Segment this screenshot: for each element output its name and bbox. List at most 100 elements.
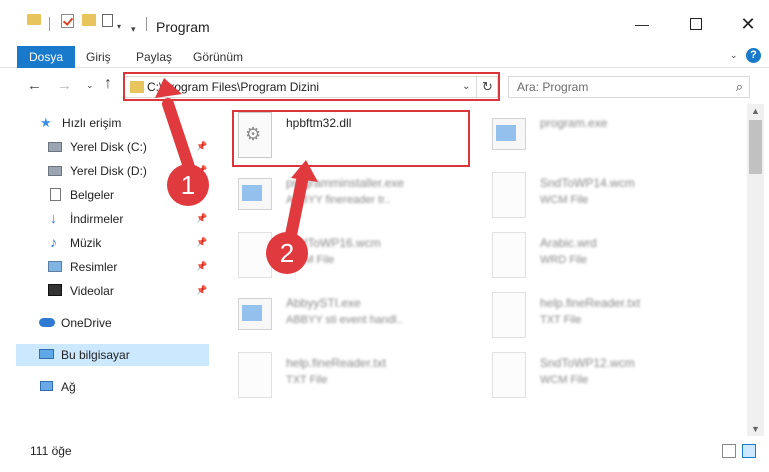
videos-icon [48, 284, 62, 296]
file-type: ABBYY finereader tr.. [286, 194, 391, 206]
scrollbar-thumb[interactable] [749, 120, 762, 174]
forward-arrow-icon[interactable]: → [57, 77, 72, 94]
music-icon: ♪ [50, 234, 57, 250]
tab-share[interactable]: Paylaş [124, 46, 184, 68]
minimize-button[interactable]: — [632, 14, 652, 34]
sidebar-item-quick-access[interactable]: ★ Hızlı erişim [0, 112, 214, 134]
exe-icon [238, 298, 272, 330]
cloud-icon [39, 318, 55, 327]
sidebar-item-local-disk-d[interactable]: Yerel Disk (D:) 📌 [0, 160, 214, 182]
vertical-scrollbar[interactable]: ▲ ▼ [747, 104, 764, 436]
file-item[interactable]: Arabic.wrd WRD File [468, 232, 698, 282]
file-item[interactable]: help.fineReader.txt TXT File [214, 352, 444, 402]
drive-icon [48, 166, 62, 176]
sidebar-item-network[interactable]: Ağ [0, 376, 214, 398]
close-button[interactable]: ✕ [738, 14, 758, 34]
documents-icon [50, 188, 61, 201]
expand-ribbon-icon[interactable]: ⌄ [730, 50, 738, 61]
file-item[interactable]: help.fineReader.txt TXT File [468, 292, 698, 342]
pin-icon[interactable]: 📌 [196, 261, 207, 272]
separator [146, 17, 147, 31]
pictures-icon [48, 261, 62, 272]
sidebar-item-label: Resimler [70, 260, 118, 274]
file-name: SndToWP16.wcm [286, 236, 381, 250]
new-folder-icon[interactable] [82, 14, 96, 26]
maximize-button[interactable] [686, 14, 706, 34]
sidebar-item-label: Ağ [61, 380, 76, 394]
up-arrow-icon[interactable]: ↑ [104, 75, 112, 93]
help-button[interactable]: ? [746, 48, 761, 63]
pin-icon[interactable]: 📌 [196, 189, 207, 200]
file-type: TXT File [540, 314, 582, 326]
tab-home[interactable]: Giriş [74, 46, 123, 68]
sidebar-item-label: Yerel Disk (C:) [70, 140, 147, 154]
chevron-down-icon[interactable]: ▾ [117, 17, 121, 35]
details-view-icon[interactable] [722, 444, 736, 458]
downloads-icon: ↓ [50, 210, 57, 226]
large-icons-view-icon[interactable] [742, 444, 756, 458]
file-name: help.fineReader.txt [286, 356, 387, 370]
scroll-down-icon[interactable]: ▼ [751, 424, 760, 434]
sidebar-item-label: Yerel Disk (D:) [70, 164, 147, 178]
title-bar: ▾ ▾ Program — ✕ [0, 0, 769, 46]
sidebar-item-pictures[interactable]: Resimler 📌 [0, 256, 214, 278]
file-item[interactable]: SndToWP12.wcm WCM File [468, 352, 698, 402]
sidebar-item-label: Videolar [70, 284, 114, 298]
file-type: TXT File [286, 374, 328, 386]
sidebar-item-label: İndirmeler [70, 212, 124, 226]
file-item[interactable]: programminstaller.exe ABBYY finereader t… [214, 172, 444, 222]
pin-icon[interactable]: 📌 [196, 165, 207, 176]
sidebar-item-music[interactable]: ♪ Müzik 📌 [0, 232, 214, 254]
sidebar-item-videos[interactable]: Videolar 📌 [0, 280, 214, 302]
file-name: programminstaller.exe [286, 176, 405, 190]
sidebar-item-local-disk-c[interactable]: Yerel Disk (C:) 📌 [0, 136, 214, 158]
network-icon [40, 381, 53, 391]
pin-icon[interactable]: 📌 [196, 285, 207, 296]
search-input[interactable]: Ara: Program ⌕ [508, 76, 750, 98]
customize-toolbar-icon[interactable]: ▾ [131, 20, 136, 38]
tab-file[interactable]: Dosya [17, 46, 76, 68]
recent-locations-icon[interactable]: ⌄ [86, 80, 94, 91]
window-title: Program [156, 19, 210, 35]
back-arrow-icon[interactable]: ← [27, 77, 42, 94]
sidebar-item-onedrive[interactable]: OneDrive [0, 312, 214, 334]
file-name: AbbyySTI.exe [286, 296, 361, 310]
drive-icon [48, 142, 62, 152]
sidebar-item-label: OneDrive [61, 316, 112, 330]
sidebar-item-downloads[interactable]: ↓ İndirmeler 📌 [0, 208, 214, 230]
properties-icon[interactable] [102, 14, 113, 27]
sidebar-item-label: Hızlı erişim [62, 116, 122, 130]
ribbon-tabs: Dosya Giriş Paylaş Görünüm ⌄ ? [0, 46, 769, 68]
search-icon[interactable]: ⌕ [736, 79, 743, 95]
scroll-up-icon[interactable]: ▲ [751, 106, 760, 116]
folder-icon[interactable] [27, 14, 41, 25]
file-item[interactable]: SndToWP16.wcm WCM File [214, 232, 444, 282]
computer-icon [39, 349, 54, 359]
file-item[interactable]: SndToWP14.wcm WCM File [468, 172, 698, 222]
file-name: help.fineReader.txt [540, 296, 641, 310]
sidebar-item-this-pc[interactable]: Bu bilgisayar [16, 344, 209, 366]
properties-check-icon[interactable] [61, 14, 74, 28]
file-item[interactable]: AbbyySTI.exe ABBYY sti event handl.. [214, 292, 444, 342]
pin-icon[interactable]: 📌 [196, 213, 207, 224]
sidebar-item-label: Belgeler [70, 188, 115, 202]
document-icon [492, 292, 526, 338]
file-type: WRD File [540, 254, 588, 266]
sidebar-item-documents[interactable]: Belgeler 📌 [0, 184, 214, 206]
file-name: program.exe [540, 116, 608, 130]
file-name: Arabic.wrd [540, 236, 597, 250]
pin-icon[interactable]: 📌 [196, 141, 207, 152]
file-name: SndToWP12.wcm [540, 356, 635, 370]
document-icon [492, 172, 526, 218]
status-bar: 111 öğe [0, 436, 769, 472]
separator [49, 17, 50, 31]
item-count: 111 öğe [30, 444, 72, 458]
file-item[interactable]: program.exe [468, 112, 698, 162]
file-name: SndToWP14.wcm [540, 176, 635, 190]
star-icon: ★ [40, 115, 52, 130]
pin-icon[interactable]: 📌 [196, 237, 207, 248]
navigation-pane: ★ Hızlı erişim Yerel Disk (C:) 📌 Yerel D… [0, 104, 214, 436]
tab-view[interactable]: Görünüm [181, 46, 255, 68]
exe-icon [238, 178, 272, 210]
sidebar-item-label: Bu bilgisayar [61, 348, 130, 362]
